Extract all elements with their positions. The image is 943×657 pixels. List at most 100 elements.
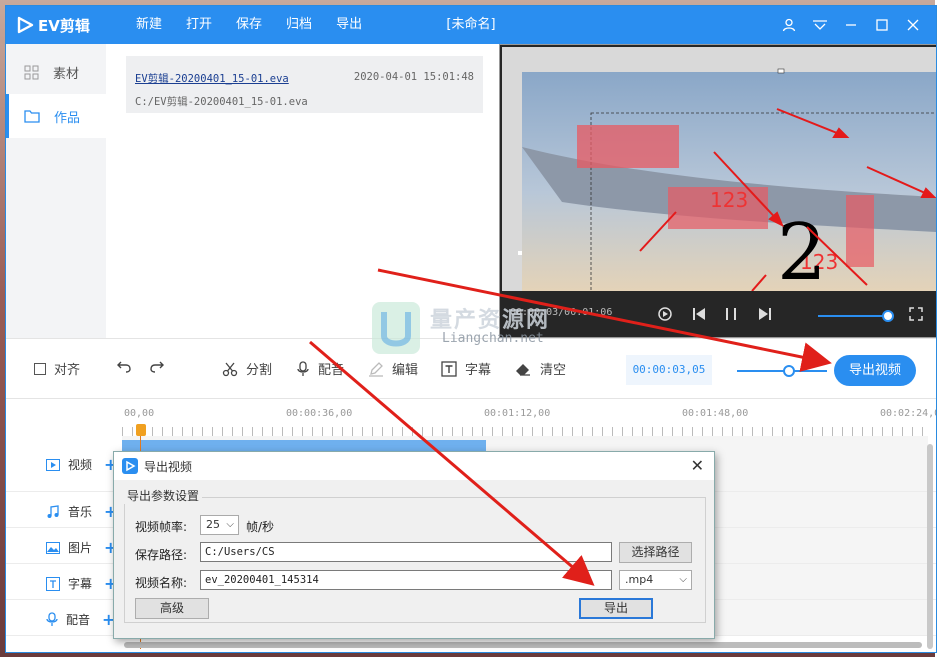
dialog-title: 导出视频 bbox=[144, 459, 193, 474]
close-icon[interactable] bbox=[897, 6, 928, 44]
choose-path-button[interactable]: 选择路径 bbox=[619, 542, 692, 563]
track-label: 配音 + bbox=[46, 610, 115, 629]
align-checkbox[interactable]: 对齐 bbox=[34, 359, 80, 378]
menu-save[interactable]: 保存 bbox=[224, 6, 274, 44]
edit-button[interactable]: 编辑 bbox=[368, 359, 418, 378]
video-icon bbox=[46, 458, 60, 471]
clear-button[interactable]: 清空 bbox=[514, 359, 566, 378]
previous-frame-icon[interactable] bbox=[690, 305, 708, 323]
left-nav: 素材 作品 bbox=[6, 44, 106, 338]
grid-icon bbox=[24, 65, 39, 79]
fps-unit: 帧/秒 bbox=[246, 520, 275, 534]
checkbox-box[interactable] bbox=[34, 362, 46, 375]
subtitle-label: 字幕 bbox=[465, 363, 492, 378]
format-select[interactable]: .mp4 ⌵ bbox=[619, 570, 692, 590]
pencil-icon bbox=[369, 361, 383, 377]
name-label: 视频名称: bbox=[135, 576, 188, 590]
file-path: C:/EV剪辑-20200401_15-01.eva bbox=[135, 96, 308, 108]
file-date: 2020-04-01 15:01:48 bbox=[353, 71, 474, 83]
music-icon bbox=[47, 504, 59, 518]
track-label: 音乐 + bbox=[46, 502, 117, 521]
undo-button[interactable] bbox=[116, 359, 132, 373]
fps-value: 25 bbox=[206, 518, 220, 531]
video-name-input[interactable]: ev_20200401_145314 bbox=[200, 570, 612, 590]
play-logo-icon bbox=[17, 16, 34, 34]
volume-slider[interactable] bbox=[818, 310, 894, 322]
vertical-scrollbar[interactable] bbox=[927, 444, 933, 649]
file-card[interactable]: EV剪辑-20200401_15-01.eva 2020-04-01 15:01… bbox=[126, 56, 483, 113]
app-logo: EV剪辑 bbox=[16, 14, 90, 36]
fps-label: 视频帧率: bbox=[135, 520, 188, 534]
timecode-display: 00:00:03,05 bbox=[626, 355, 712, 385]
app-name: EV剪辑 bbox=[38, 16, 90, 35]
zoom-knob[interactable] bbox=[783, 365, 795, 377]
track-label: 图片 + bbox=[46, 538, 117, 557]
works-list: EV剪辑-20200401_15-01.eva 2020-04-01 15:01… bbox=[106, 44, 498, 338]
pause-icon[interactable] bbox=[722, 305, 740, 323]
playhead-handle[interactable] bbox=[136, 424, 146, 436]
redo-button[interactable] bbox=[149, 359, 165, 373]
track-label: 字幕 + bbox=[46, 574, 117, 593]
track-name: 图片 bbox=[68, 541, 93, 555]
clear-label: 清空 bbox=[540, 363, 567, 378]
menu-export[interactable]: 导出 bbox=[324, 6, 374, 44]
app-icon bbox=[122, 458, 138, 474]
track-name: 音乐 bbox=[68, 505, 93, 519]
export-dialog: 导出视频 ✕ 导出参数设置 视频帧率: 25 ⌵ 帧/秒 保存路径: C:/Use… bbox=[113, 451, 715, 639]
nav-label: 作品 bbox=[54, 110, 81, 126]
track-name: 配音 bbox=[66, 613, 91, 627]
next-frame-icon[interactable] bbox=[756, 305, 774, 323]
save-path-input[interactable]: C:/Users/CS bbox=[200, 542, 612, 562]
advanced-button[interactable]: 高级 bbox=[135, 598, 209, 619]
video-preview: 123 123 2 00:00:03/00:01:06 bbox=[499, 44, 936, 338]
overlay-number: 2 bbox=[777, 208, 827, 291]
timeline-zoom-slider[interactable] bbox=[737, 365, 827, 377]
nav-item-works[interactable]: 作品 bbox=[6, 94, 106, 138]
minimize-icon[interactable] bbox=[835, 6, 866, 44]
dub-button[interactable]: 配音 bbox=[296, 359, 344, 378]
menu-archive[interactable]: 归档 bbox=[274, 6, 324, 44]
text-icon bbox=[441, 360, 457, 377]
nav-item-materials[interactable]: 素材 bbox=[6, 50, 106, 94]
microphone-icon bbox=[297, 360, 309, 376]
chevron-down-icon: ⌵ bbox=[226, 519, 234, 530]
user-icon[interactable] bbox=[773, 6, 804, 44]
main-menu: 新建 打开 保存 归档 导出 bbox=[124, 6, 374, 44]
preview-canvas[interactable]: 123 123 2 bbox=[502, 47, 936, 291]
subtitle-button[interactable]: 字幕 bbox=[441, 359, 491, 378]
preview-overlays: 123 123 2 bbox=[518, 68, 936, 291]
format-value: .mp4 bbox=[625, 573, 654, 586]
dropdown-menu-icon[interactable] bbox=[804, 6, 835, 44]
horizontal-scrollbar[interactable] bbox=[124, 642, 922, 648]
title-bar: EV剪辑 [未命名] 新建 打开 保存 归档 导出 bbox=[6, 6, 936, 44]
dub-label: 配音 bbox=[318, 363, 345, 378]
eraser-icon bbox=[516, 363, 530, 376]
maximize-icon[interactable] bbox=[866, 6, 897, 44]
dialog-title-bar: 导出视频 bbox=[114, 452, 714, 480]
undo-icon bbox=[117, 361, 131, 373]
window-controls bbox=[773, 6, 928, 44]
export-button[interactable]: 导出 bbox=[579, 598, 653, 619]
folder-icon bbox=[24, 110, 40, 123]
fullscreen-icon[interactable] bbox=[907, 305, 925, 323]
overlay-text-123-a: 123 bbox=[710, 188, 748, 212]
redo-icon bbox=[150, 361, 164, 373]
align-label: 对齐 bbox=[54, 363, 81, 378]
file-name-link[interactable]: EV剪辑-20200401_15-01.eva bbox=[135, 71, 289, 86]
text-icon bbox=[46, 576, 60, 591]
edit-toolbar: 对齐 分割 配音 编辑 字幕 清空 00:00:03,05 导出视频 bbox=[6, 338, 936, 398]
split-button[interactable]: 分割 bbox=[222, 359, 272, 378]
dialog-close-icon[interactable]: ✕ bbox=[691, 456, 704, 475]
playback-time: 00:00:03/00:01:06 bbox=[510, 307, 613, 318]
split-label: 分割 bbox=[246, 363, 273, 378]
export-video-button[interactable]: 导出视频 bbox=[834, 355, 916, 386]
menu-open[interactable]: 打开 bbox=[174, 6, 224, 44]
ruler-label: 00:00:36,00 bbox=[286, 408, 353, 419]
track-name: 字幕 bbox=[68, 577, 93, 591]
loop-icon[interactable] bbox=[656, 305, 674, 323]
ruler-label: 00:02:24,0 bbox=[880, 408, 937, 419]
fps-select[interactable]: 25 ⌵ bbox=[200, 515, 239, 535]
menu-new[interactable]: 新建 bbox=[124, 6, 174, 44]
ruler-label: 00,00 bbox=[124, 408, 155, 419]
volume-knob[interactable] bbox=[882, 310, 894, 322]
